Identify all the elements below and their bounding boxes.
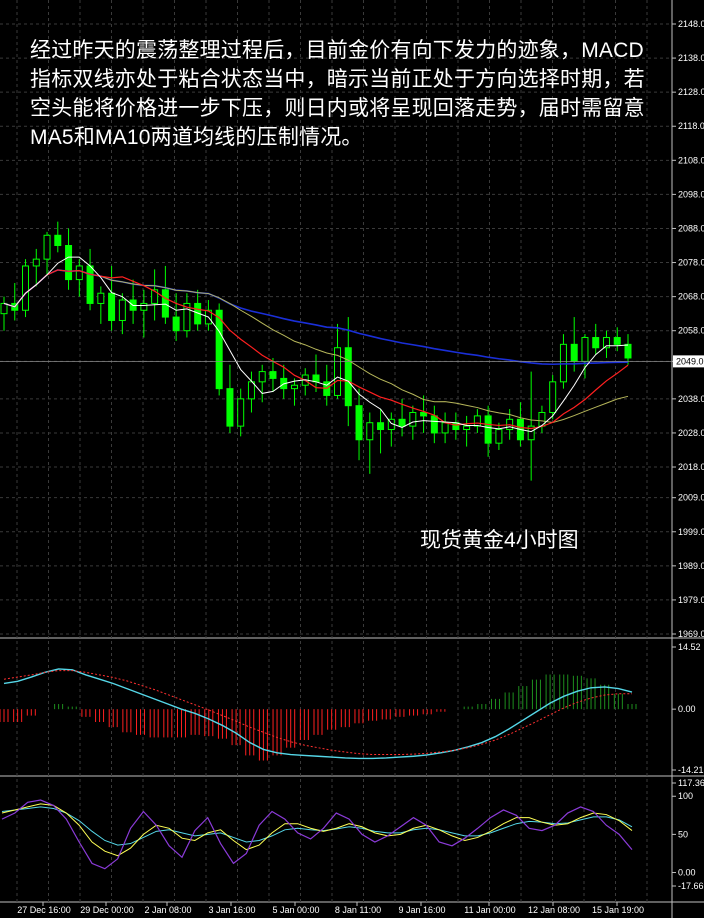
chart-caption: 现货黄金4小时图 [420,529,579,552]
x-tick-label: 12 Jan 08:00 [528,905,580,915]
candle-body [65,245,73,281]
y-tick-label: 2088.0 [678,223,704,233]
y-tick-label: 1989.0 [678,561,704,571]
candle-body [161,289,169,318]
candle-body [484,415,492,444]
ma60-line [3,269,629,366]
candle-body [581,337,589,362]
y-tick-label: 2118.0 [678,121,704,131]
candle-body [247,381,255,400]
candle-body [97,292,105,304]
candle-body [0,302,8,315]
y-tick-label: 2128.0 [678,87,704,97]
y-tick-label: 1999.0 [678,527,704,537]
y-tick-label: -17.669 [678,881,704,891]
x-tick-label: 15 Jan 19:00 [592,905,644,915]
candle-body [140,302,148,311]
x-tick-label: 2 Jan 08:00 [144,905,191,915]
candle-body [215,309,223,390]
x-tick-label: 9 Jan 16:00 [398,905,445,915]
candle-body [366,422,374,441]
y-tick-label: 117.36 [678,778,704,788]
candle-body [118,299,126,321]
candle-body [290,384,298,390]
candle-body [86,265,94,304]
x-tick-label: 27 Dec 16:00 [17,905,71,915]
y-tick-label: 2108.0 [678,155,704,165]
candle-body [473,415,481,427]
candle-body [377,422,385,431]
stoch-ma-line [1,806,633,846]
candle-body [312,374,320,383]
candle-body [32,258,40,267]
y-tick-label: 0.00 [678,868,696,878]
candle-body [570,343,578,362]
candle-body [495,429,503,444]
x-tick-label: 5 Jan 00:00 [272,905,319,915]
candle-body [75,265,83,281]
y-tick-label: 2009.0 [678,493,704,503]
candle-body [549,381,557,413]
y-tick-label: 2078.0 [678,258,704,268]
candle-body [226,388,234,427]
candle-body [22,265,30,311]
candle-body [54,234,62,247]
y-tick-label: 1969.0 [678,629,704,639]
y-tick-label: 2018.0 [678,462,704,472]
candle-body [409,411,417,427]
candle-body [43,234,51,260]
candle-body [420,411,428,417]
y-tick-label: 2058.0 [678,326,704,336]
x-tick-label: 3 Jan 16:00 [208,905,255,915]
ma5-line [3,256,629,433]
candle-body [398,418,406,427]
candle-body [592,337,600,349]
analysis-paragraph: 经过昨天的震荡整理过程后，目前金价有向下发力的迹象，MACD指标双线亦处于粘合状… [30,39,645,149]
y-tick-label: 1979.0 [678,595,704,605]
candle-body [430,415,438,434]
candle-body [172,316,180,332]
candle-body [258,371,266,383]
y-tick-label: 0.00 [678,704,696,714]
y-tick-label: -14.21 [678,765,704,775]
y-tick-label: 2038.0 [678,394,704,404]
x-tick-label: 8 Jan 11:00 [335,905,381,915]
candle-body [441,422,449,434]
candle-body [344,347,352,407]
y-tick-label: 2148.0 [678,19,704,29]
x-tick-label: 29 Dec 00:00 [80,905,134,915]
y-tick-label: 2068.0 [678,292,704,302]
y-tick-label: 2028.0 [678,428,704,438]
candle-body [613,337,621,345]
y-tick-label: 2138.0 [678,53,704,63]
x-tick-label: 11 Jan 00:00 [464,905,515,915]
candle-body [237,398,245,427]
y-tick-label: 14.52 [678,642,701,652]
candle-body [355,405,363,441]
current-price-label: 2049.0 [676,356,704,366]
candle-body [463,425,471,431]
y-tick-label: 2098.0 [678,189,704,199]
y-tick-label: 50 [678,829,688,839]
candle-body [269,371,277,379]
y-tick-label: 100 [678,791,693,801]
candle-body [624,343,632,359]
candle-body [108,292,116,321]
